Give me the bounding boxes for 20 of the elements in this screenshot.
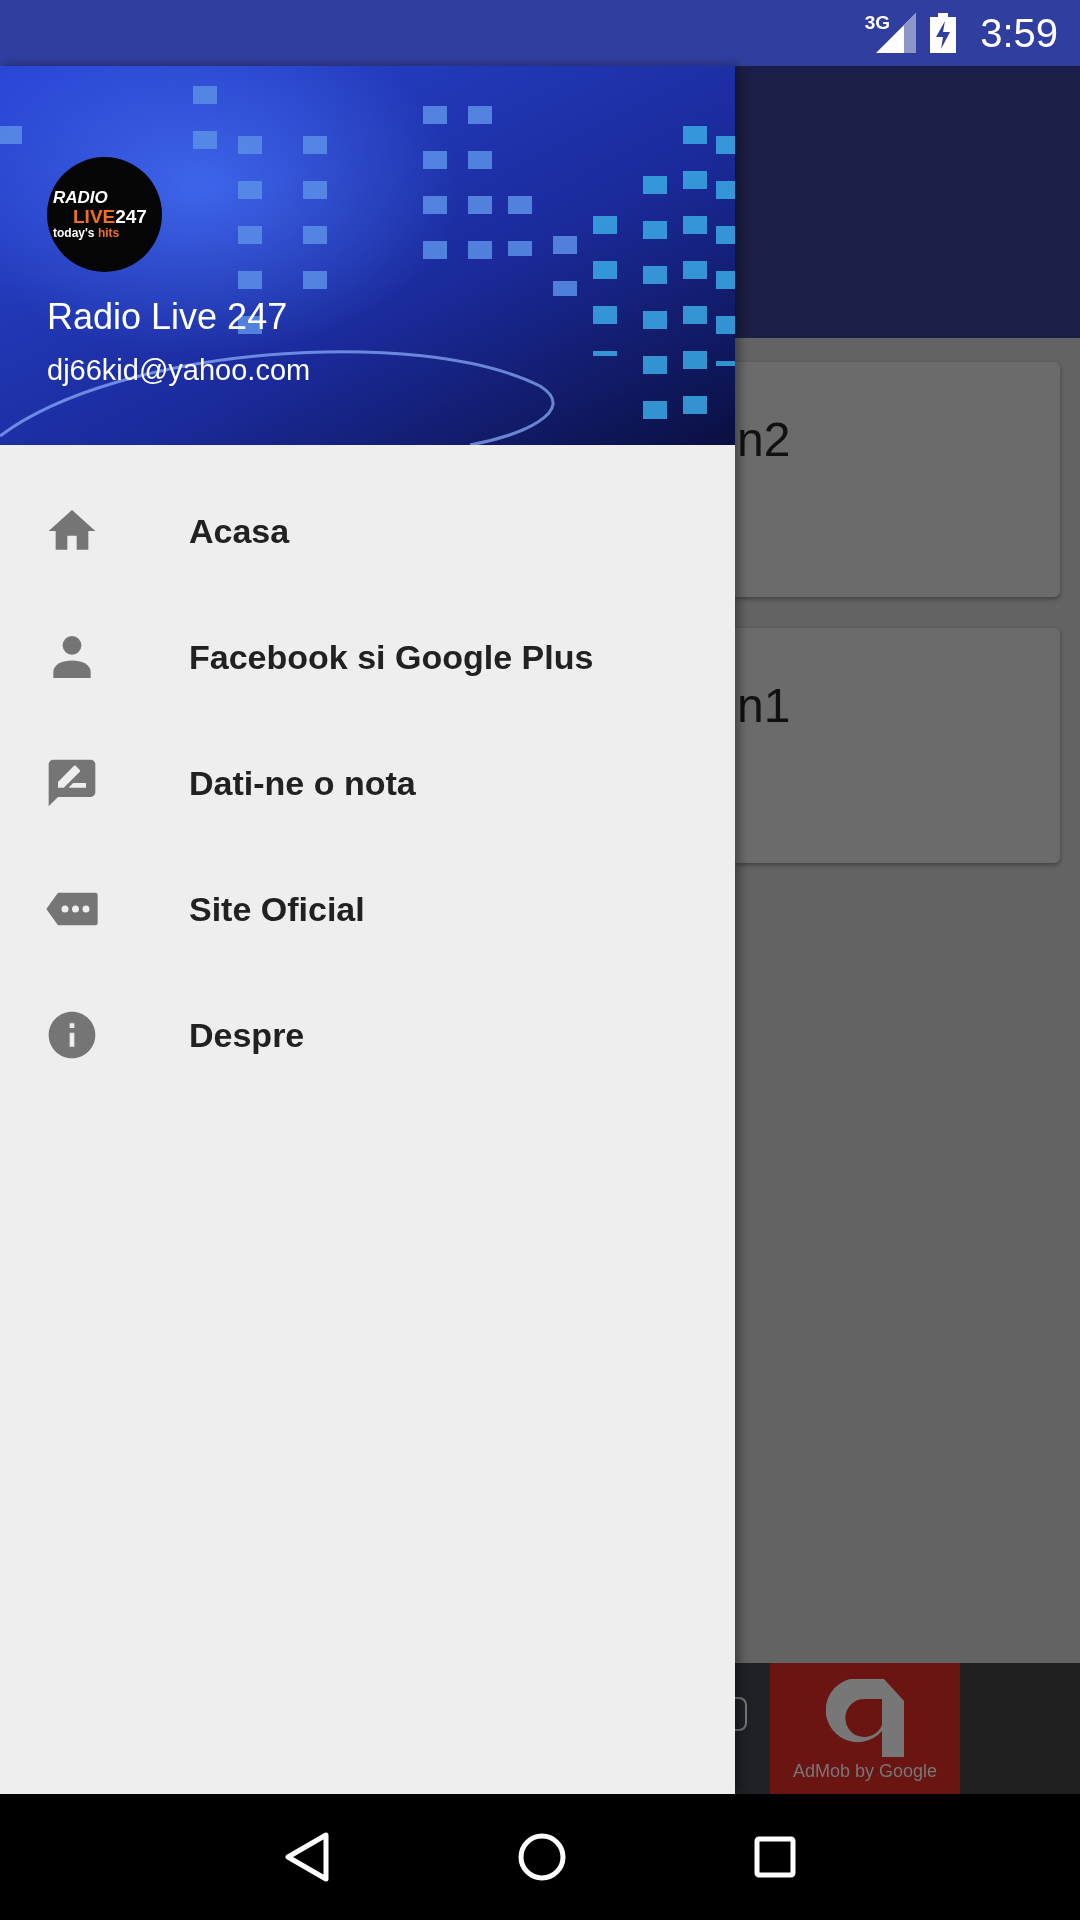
clock: 3:59 [980, 10, 1058, 56]
back-button[interactable] [284, 1832, 330, 1882]
logo-text: today's hits [53, 227, 121, 240]
station-name: Radio Live 247 [47, 296, 289, 338]
logo-text: LIVE247 [72, 207, 148, 228]
logo-text: RADIO [53, 189, 109, 208]
menu-item[interactable]: Facebook si Google Plus [0, 594, 735, 720]
home-button[interactable] [518, 1833, 566, 1881]
recents-button[interactable] [754, 1836, 796, 1878]
network-type: 3G [864, 12, 891, 34]
battery-charging-icon [930, 13, 957, 53]
card-title: n2 [737, 412, 791, 467]
account-email: dj66kid@yahoo.com [47, 354, 312, 387]
menu-item[interactable]: Dati-ne o nota [0, 720, 735, 846]
card-title: n1 [737, 678, 791, 733]
logo-icon [826, 1679, 904, 1757]
menu-item[interactable]: Despre [0, 972, 735, 1098]
ad-text: AdMob by Google [792, 1761, 938, 1782]
menu-item[interactable]: Site Oficial [0, 846, 735, 972]
menu-item[interactable]: Acasa [0, 468, 735, 594]
